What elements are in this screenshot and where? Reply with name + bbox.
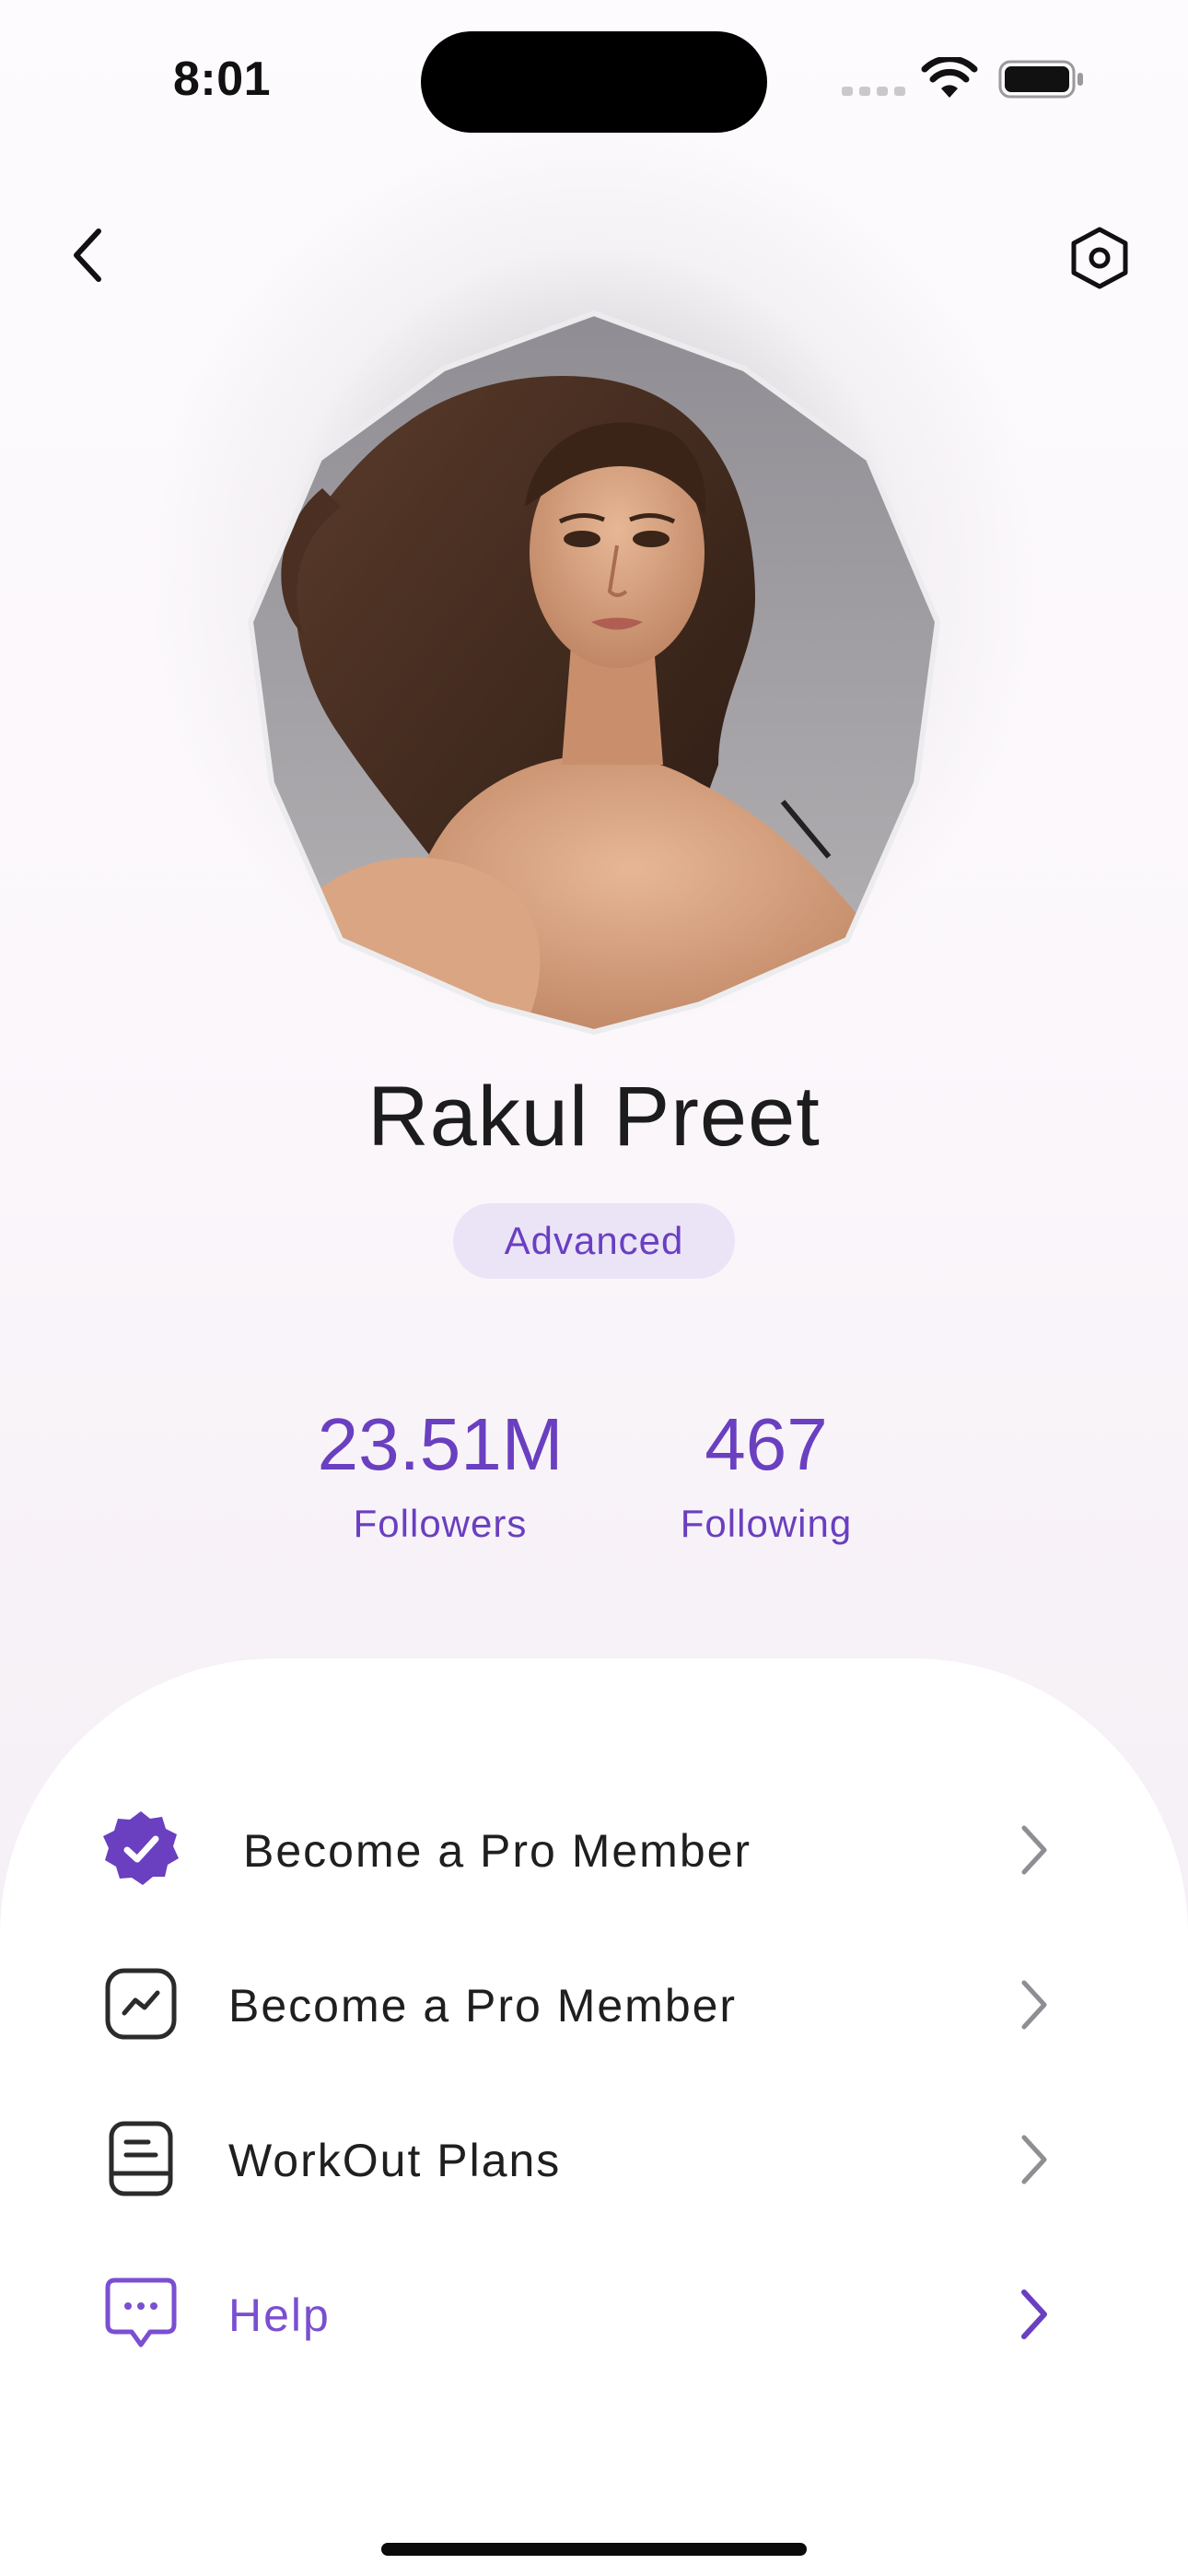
- cellular-signal-icon: [842, 87, 905, 96]
- followers-label: Followers: [353, 1502, 528, 1545]
- menu-item-pro-member-2[interactable]: Become a Pro Member: [92, 1942, 1105, 2062]
- following-label: Following: [680, 1502, 853, 1545]
- home-indicator[interactable]: [381, 2543, 807, 2556]
- notebook-icon: [99, 2117, 182, 2200]
- menu-item-help[interactable]: Help: [92, 2252, 1105, 2371]
- settings-button[interactable]: [1059, 217, 1140, 299]
- battery-icon: [998, 60, 1083, 99]
- chevron-right-icon: [1021, 1825, 1047, 1875]
- back-button[interactable]: [55, 214, 120, 297]
- profile-name: Rakul Preet: [367, 1070, 821, 1164]
- hexagon-settings-icon: [1071, 227, 1128, 289]
- avatar[interactable]: [239, 304, 949, 1041]
- dynamic-island: [421, 31, 767, 133]
- chat-bubble-icon: [99, 2272, 182, 2355]
- wifi-icon: [921, 57, 978, 98]
- menu-item-label: Become a Pro Member: [228, 1980, 738, 2032]
- verified-badge-icon: [99, 1808, 182, 1891]
- followers-count: 23.51M: [317, 1403, 564, 1485]
- trend-chart-icon: [99, 1962, 182, 2045]
- level-badge: Advanced: [453, 1203, 735, 1279]
- following-stat[interactable]: 467 Following: [628, 1399, 904, 1546]
- menu-item-label: Become a Pro Member: [243, 1825, 752, 1877]
- chevron-right-icon: [1021, 2289, 1047, 2339]
- following-count: 467: [705, 1403, 828, 1485]
- profile-screen: 8:01 Rakul Preet Advanced 23.51M Followe…: [0, 0, 1188, 2576]
- menu-sheet: Become a Pro Member Become a Pro Member: [0, 1658, 1188, 2576]
- status-time: 8:01: [173, 53, 272, 106]
- chevron-right-icon: [1021, 2135, 1047, 2184]
- chevron-right-icon: [1021, 1980, 1047, 2030]
- chevron-left-icon: [74, 228, 101, 282]
- menu-item-label: Help: [228, 2289, 331, 2341]
- menu-item-label: WorkOut Plans: [228, 2135, 562, 2186]
- followers-stat[interactable]: 23.51M Followers: [302, 1399, 578, 1546]
- menu-item-pro-member[interactable]: Become a Pro Member: [92, 1787, 1105, 1907]
- menu-item-workout-plans[interactable]: WorkOut Plans: [92, 2097, 1105, 2217]
